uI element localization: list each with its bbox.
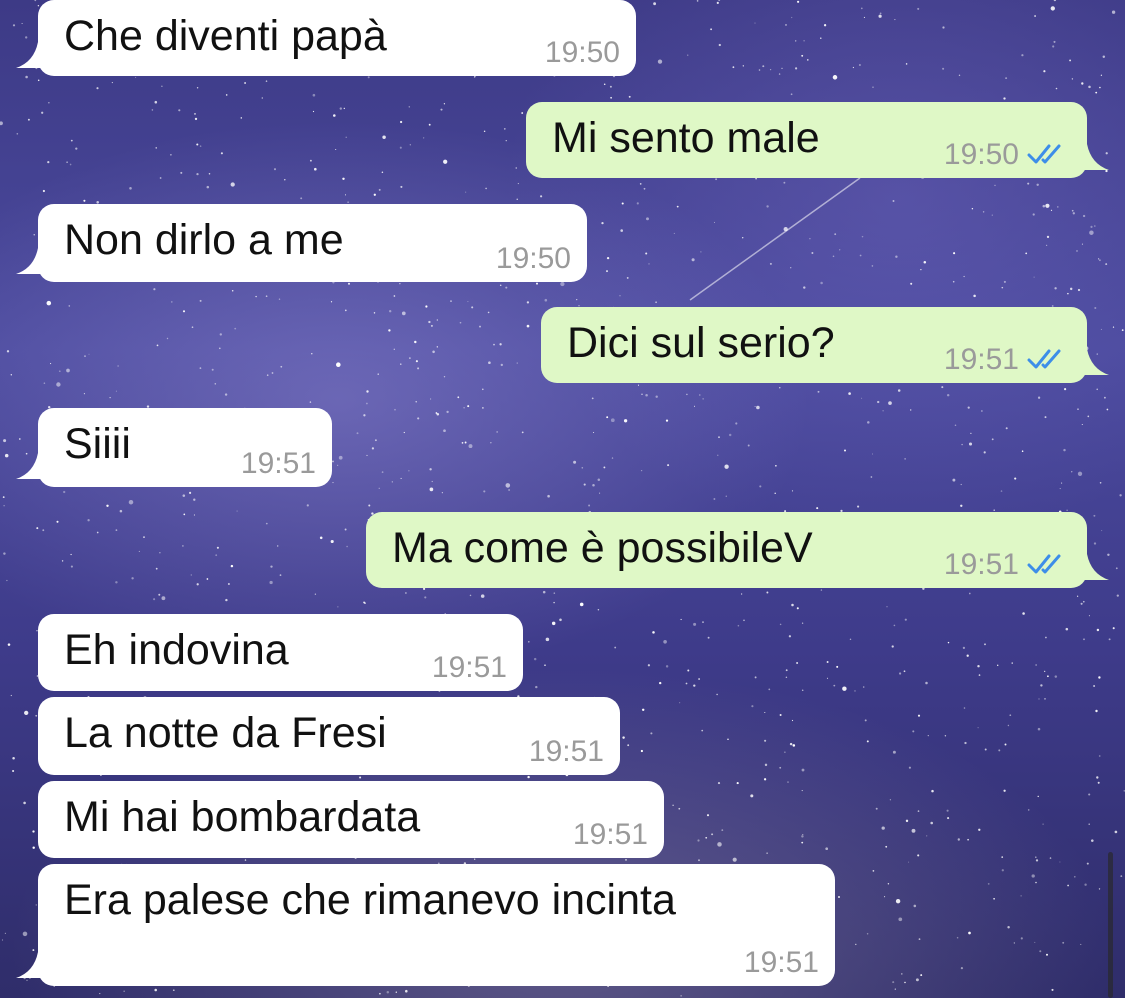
message-timestamp: 19:51 [528,734,604,768]
message-text: Siiii [64,420,131,468]
message-text: Era palese che rimanevo incinta [64,876,676,924]
message-bubble-incoming[interactable]: Eh indovina 19:51 [38,614,523,691]
message-timestamp: 19:51 [743,945,819,979]
message-text: Mi sento male [552,114,820,162]
bubble-tail [1079,554,1109,580]
message-bubble-incoming[interactable]: Siiii 19:51 [16,408,332,487]
message-timestamp: 19:51 [572,817,648,851]
message-bubble-incoming[interactable]: Non dirlo a me 19:50 [16,204,587,282]
bubble-tail [16,42,46,68]
message-text: Ma come è possibileV [392,524,813,572]
bubble-tail [16,453,46,479]
double-check-icon [1027,349,1061,369]
message-text: La notte da Fresi [64,709,387,757]
message-timestamp: 19:51 [944,548,1071,581]
scrollbar[interactable] [1108,852,1113,998]
message-bubble-incoming[interactable]: Mi hai bombardata 19:51 [38,781,664,858]
message-timestamp: 19:51 [944,343,1071,376]
bubble-tail [1079,144,1109,170]
message-bubble-outgoing[interactable]: Ma come è possibileV 19:51 [366,512,1109,588]
message-text: Non dirlo a me [64,216,344,264]
message-bubble-outgoing[interactable]: Dici sul serio? 19:51 [541,307,1109,383]
message-bubble-outgoing[interactable]: Mi sento male 19:50 [526,102,1109,178]
message-text: Dici sul serio? [567,319,835,367]
bubble-tail [1079,349,1109,375]
chat-conversation[interactable]: Che diventi papà 19:50 Mi sento male 19:… [0,0,1125,998]
message-bubble-incoming[interactable]: La notte da Fresi 19:51 [38,697,620,775]
message-bubble-incoming[interactable]: Era palese che rimanevo incinta 19:51 [16,864,835,986]
double-check-icon [1027,144,1061,164]
double-check-icon [1027,554,1061,574]
message-timestamp: 19:50 [495,241,571,275]
message-text: Mi hai bombardata [64,793,421,841]
message-timestamp: 19:50 [544,35,620,69]
message-bubble-incoming[interactable]: Che diventi papà 19:50 [16,0,636,76]
bubble-tail [16,952,46,978]
message-text: Eh indovina [64,626,289,674]
message-timestamp: 19:50 [944,138,1071,171]
bubble-tail [16,248,46,274]
message-text: Che diventi papà [64,12,387,60]
message-timestamp: 19:51 [240,446,316,480]
message-timestamp: 19:51 [431,650,507,684]
